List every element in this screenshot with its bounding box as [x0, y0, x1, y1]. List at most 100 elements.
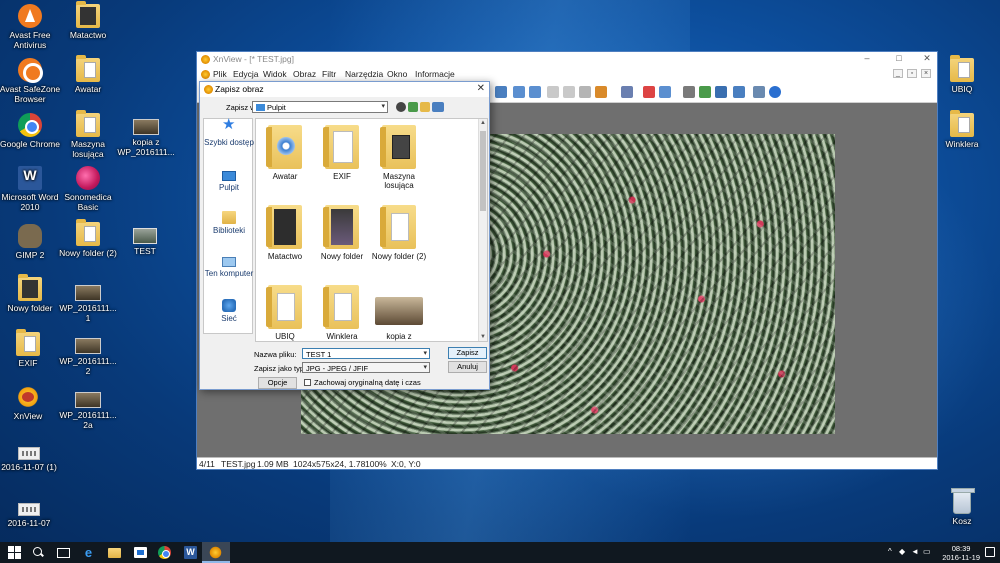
windows-start-icon[interactable] — [8, 546, 21, 559]
rotate-icon[interactable] — [595, 86, 607, 98]
keyboard-icon[interactable]: ▭ — [923, 547, 931, 556]
place-quick-access[interactable]: Szybki dostęp — [204, 120, 254, 147]
monitor-icon[interactable] — [715, 86, 727, 98]
dialog-close-button[interactable]: ✕ — [477, 83, 485, 94]
place-desktop[interactable]: Pulpit — [204, 169, 254, 192]
desktop-icon-test[interactable]: TEST — [113, 222, 177, 256]
menu-plik[interactable]: Plik — [213, 69, 227, 79]
edge-icon[interactable]: e — [82, 546, 95, 559]
desktop-icon-maszyna[interactable]: Maszyna losująca — [56, 110, 120, 159]
resize-icon[interactable] — [659, 86, 671, 98]
file-explorer-icon[interactable] — [108, 548, 121, 558]
next-image-icon[interactable] — [529, 86, 541, 98]
desktop-icon-nowy-folder-2[interactable]: Nowy folder (2) — [56, 219, 120, 258]
view-menu-icon[interactable] — [432, 102, 444, 112]
document-menu-icon[interactable] — [201, 70, 210, 79]
up-folder-icon[interactable] — [408, 102, 418, 112]
desktop-icon-winklera[interactable]: Winklera — [930, 110, 994, 149]
menu-filtr[interactable]: Filtr — [322, 69, 336, 79]
first-image-icon[interactable] — [547, 86, 559, 98]
file-item-maszyna[interactable]: Maszyna losująca — [370, 125, 428, 190]
last-image-icon[interactable] — [563, 86, 575, 98]
capture-icon[interactable] — [733, 86, 745, 98]
desktop-icon-gimp[interactable]: GIMP 2 — [0, 224, 62, 260]
chevron-down-icon[interactable]: ▾ — [423, 349, 427, 357]
search-icon[interactable] — [32, 546, 45, 559]
menu-okno[interactable]: Okno — [387, 69, 407, 79]
file-item-ubiq[interactable]: UBIQ — [256, 285, 314, 341]
desktop-icon-sonomedica[interactable]: Sonomedica Basic — [56, 166, 120, 212]
desktop-icon-exif[interactable]: EXIF — [0, 329, 60, 368]
filename-input[interactable]: TEST 1 ▾ — [302, 348, 430, 359]
maximize-button[interactable]: □ — [893, 53, 905, 63]
mdi-close-button[interactable]: × — [921, 69, 931, 78]
xnview-titlebar[interactable]: XnView - [* TEST.jpg] – □ ✕ — [197, 52, 937, 67]
scan-icon[interactable] — [699, 86, 711, 98]
desktop-icon-file-20161107[interactable]: 2016-11-07 — [0, 494, 61, 528]
zoom-out-icon[interactable] — [495, 86, 507, 98]
print-icon[interactable] — [683, 86, 695, 98]
desktop-icon-matactwo[interactable]: Matactwo — [56, 1, 120, 40]
desktop-icon-kopia[interactable]: kopia z WP_2016111... — [113, 113, 179, 157]
desktop-icon-wp-1[interactable]: WP_2016111... 1 — [56, 279, 120, 323]
mdi-restore-button[interactable]: ▫ — [907, 69, 917, 78]
previous-image-icon[interactable] — [513, 86, 525, 98]
minimize-button[interactable]: – — [861, 53, 873, 63]
desktop-icon-chrome[interactable]: Google Chrome — [0, 113, 62, 149]
desktop-icon-word[interactable]: Microsoft Word 2010 — [0, 166, 62, 212]
file-item-awatar[interactable]: Awatar — [256, 125, 314, 181]
back-icon[interactable] — [396, 102, 406, 112]
word-icon[interactable]: W — [184, 546, 197, 559]
network-tray-icon[interactable]: ◆ — [899, 547, 905, 556]
info-icon[interactable] — [769, 86, 781, 98]
file-item-nowy-folder-2[interactable]: Nowy folder (2) — [370, 205, 428, 261]
file-item-exif[interactable]: EXIF — [313, 125, 371, 181]
action-center-icon[interactable] — [985, 547, 995, 557]
desktop-icon-file-20161107-1[interactable]: 2016-11-07 (1) — [0, 438, 61, 472]
settings-icon[interactable] — [753, 86, 765, 98]
store-icon[interactable] — [134, 547, 147, 558]
task-view-icon[interactable] — [56, 546, 70, 559]
desktop-icon-xnview[interactable]: XnView — [0, 385, 60, 421]
keep-date-checkbox[interactable] — [304, 379, 311, 386]
options-button[interactable]: Opcje — [258, 377, 297, 389]
menu-narzedzia[interactable]: Narzędzia — [345, 69, 383, 79]
desktop-icon-kosz[interactable]: Kosz — [930, 488, 994, 526]
menu-obraz[interactable]: Obraz — [293, 69, 316, 79]
save-button[interactable]: Zapisz — [448, 347, 487, 359]
file-item-kopia[interactable]: kopia z — [370, 285, 428, 341]
desktop-icon-safezone[interactable]: Avast SafeZone Browser — [0, 58, 62, 104]
scroll-up-icon[interactable]: ▲ — [480, 120, 486, 126]
new-folder-icon[interactable] — [420, 102, 430, 112]
desktop-icon-ubiq[interactable]: UBIQ — [930, 55, 994, 94]
file-item-winklera[interactable]: Winklera — [313, 285, 371, 341]
save-in-dropdown[interactable]: Pulpit ▾ — [252, 101, 388, 113]
menu-informacje[interactable]: Informacje — [415, 69, 455, 79]
desktop-icon-nowy-folder[interactable]: Nowy folder — [0, 274, 62, 313]
taskbar-clock[interactable]: 08:39 2016-11-19 — [942, 544, 980, 562]
dialog-titlebar[interactable]: Zapisz obraz ✕ — [200, 82, 489, 97]
crop-icon[interactable] — [643, 86, 655, 98]
scroll-down-icon[interactable]: ▼ — [480, 334, 486, 340]
taskbar-xnview-active[interactable] — [202, 542, 230, 563]
desktop-icon-wp-2a[interactable]: WP_2016111... 2a — [56, 386, 120, 430]
place-this-pc[interactable]: Ten komputer — [204, 255, 254, 278]
volume-icon[interactable]: ◄ — [911, 547, 919, 556]
close-button[interactable]: ✕ — [921, 53, 933, 64]
menu-widok[interactable]: Widok — [263, 69, 287, 79]
filetype-select[interactable]: JPG - JPEG / JFIF ▾ — [302, 362, 430, 373]
menu-edycja[interactable]: Edycja — [233, 69, 259, 79]
cancel-button[interactable]: Anuluj — [448, 361, 487, 373]
chrome-icon[interactable] — [158, 546, 171, 559]
file-item-matactwo[interactable]: Matactwo — [256, 205, 314, 261]
desktop-icon-wp-2[interactable]: WP_2016111... 2 — [56, 332, 120, 376]
desktop-icon-awatar[interactable]: Awatar — [56, 55, 120, 94]
scroll-thumb[interactable] — [480, 131, 486, 211]
file-list-scrollbar[interactable]: ▲ ▼ — [478, 119, 487, 341]
fullscreen-icon[interactable] — [621, 86, 633, 98]
slideshow-icon[interactable] — [579, 86, 591, 98]
mdi-minimize-button[interactable]: _ — [893, 69, 903, 78]
keep-date-label[interactable]: Zachowaj oryginalną datę i czas — [314, 378, 421, 387]
place-libraries[interactable]: Biblioteki — [204, 211, 254, 235]
place-network[interactable]: Sieć — [204, 299, 254, 323]
